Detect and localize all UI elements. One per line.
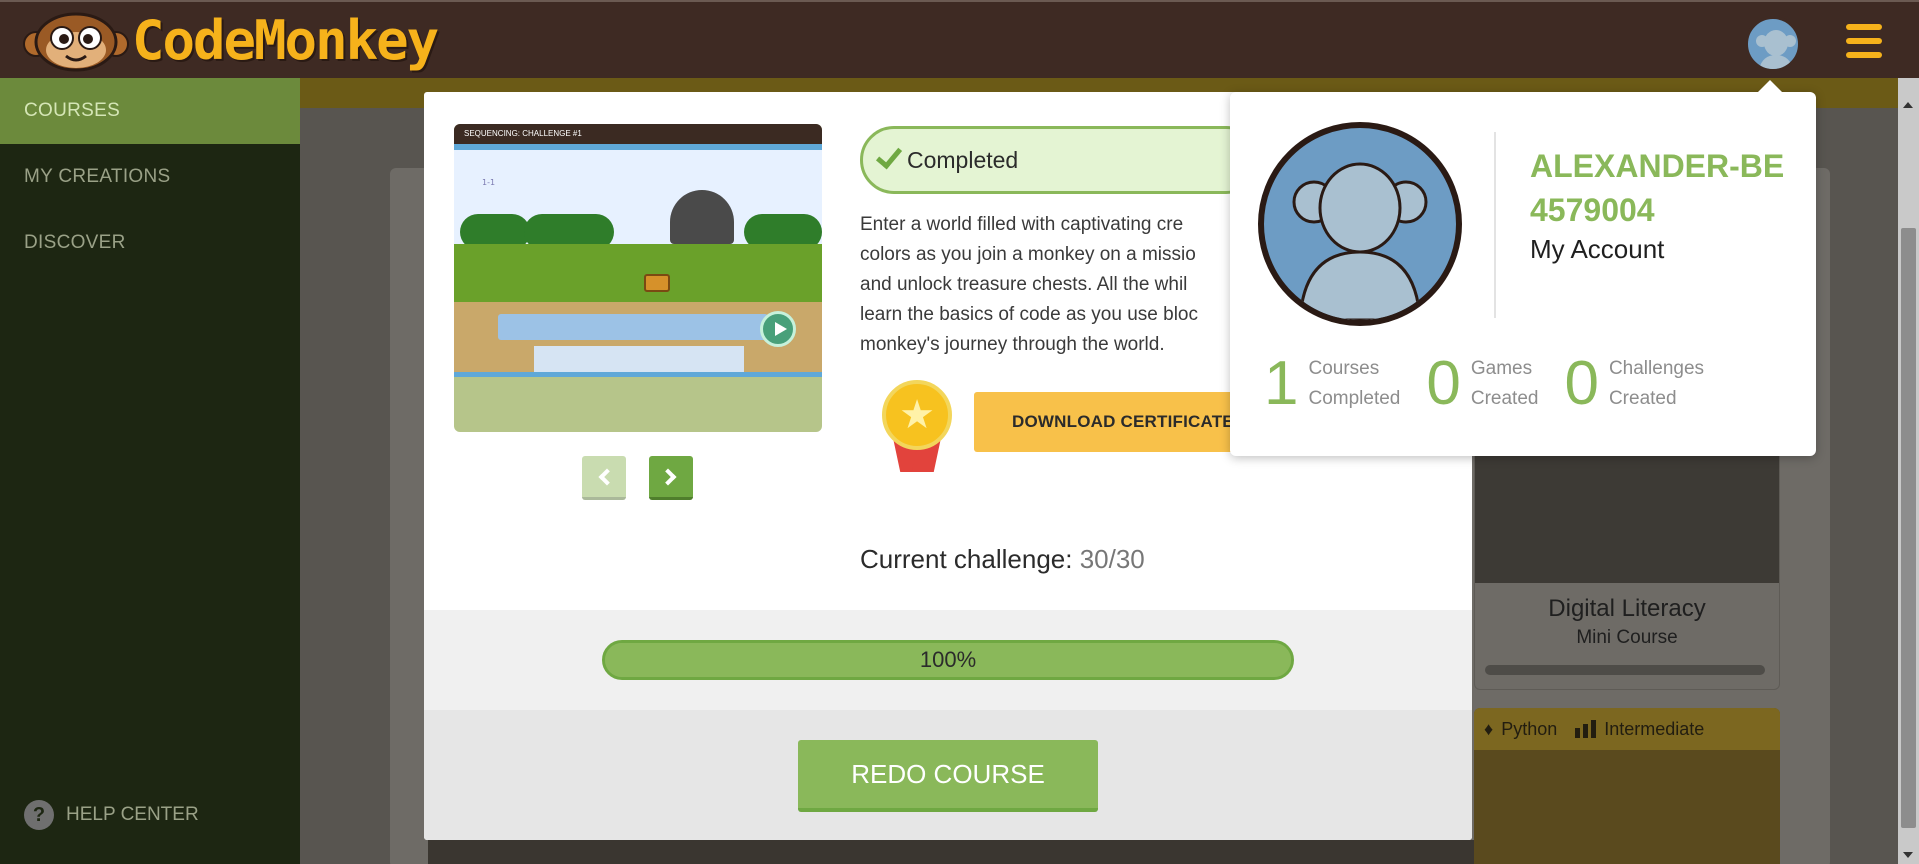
level-bars-icon — [1575, 720, 1597, 738]
course-card-progress — [1485, 665, 1765, 675]
sidebar-item-courses[interactable]: COURSES — [0, 78, 300, 144]
avatar-silhouette-large-icon — [1292, 162, 1428, 320]
star-icon: ★ — [882, 380, 952, 450]
popup-divider — [1494, 132, 1496, 318]
scroll-up-icon[interactable] — [1903, 102, 1913, 108]
preview-code-blocks — [498, 314, 768, 340]
user-avatar-icon[interactable] — [1745, 16, 1801, 72]
course-progress-bar: 100% — [602, 640, 1294, 680]
account-stats: 1 Courses Completed 0 Games Created 0 Chal… — [1264, 349, 1705, 418]
top-bar: CodeMonkey — [0, 0, 1919, 78]
scroll-down-icon[interactable] — [1903, 852, 1913, 858]
sidebar-item-discover[interactable]: DISCOVER — [0, 210, 300, 276]
completed-status-badge: Completed — [860, 126, 1260, 194]
username: ALEXANDER-BE4579004 — [1530, 148, 1785, 228]
course-preview-image: SEQUENCING: CHALLENGE #1 1-1 — [454, 124, 822, 432]
current-challenge-label: Current challenge: — [860, 544, 1073, 574]
play-icon — [760, 311, 796, 347]
treasure-chest-icon — [644, 274, 670, 292]
profile-avatar-icon[interactable] — [1258, 122, 1462, 326]
check-icon — [875, 141, 903, 170]
preview-header: SEQUENCING: CHALLENGE #1 — [454, 124, 822, 144]
background-course-card-python[interactable]: ♦ Python Intermediate — [1474, 708, 1780, 864]
codemonkey-logo[interactable]: CodeMonkey — [22, 9, 439, 72]
background-course-row — [428, 840, 1474, 864]
preview-code-blocks-2 — [534, 346, 744, 374]
scrollbar-thumb[interactable] — [1901, 228, 1916, 828]
course-card-subtitle: Mini Course — [1576, 627, 1678, 648]
my-account-link[interactable]: My Account — [1530, 234, 1664, 265]
medal-icon: ★ — [880, 380, 954, 474]
course-card-tags: ♦ Python Intermediate — [1474, 708, 1780, 750]
preview-ground — [454, 244, 822, 302]
avatar-silhouette-icon — [1756, 30, 1796, 69]
hamburger-menu-icon[interactable] — [1846, 24, 1882, 58]
monkey-logo-icon — [23, 12, 129, 72]
course-card-title: Digital Literacy — [1548, 595, 1706, 622]
course-description: Enter a world filled with captivating cr… — [860, 214, 1198, 355]
logo-text: CodeMonkey — [132, 9, 439, 72]
chevron-right-icon — [659, 468, 677, 485]
sidebar: COURSES MY CREATIONS DISCOVER ? HELP CEN… — [0, 78, 300, 864]
python-icon: ♦ — [1484, 718, 1494, 739]
next-slide-button[interactable] — [649, 456, 693, 500]
page-scrollbar[interactable] — [1898, 78, 1919, 864]
completed-label: Completed — [907, 146, 1019, 173]
course-card-illustration — [1475, 451, 1779, 583]
redo-course-button[interactable]: REDO COURSE — [798, 740, 1098, 812]
current-challenge: Current challenge: 30/30 — [860, 544, 1145, 575]
progress-label: 100% — [919, 647, 977, 672]
previous-slide-button[interactable] — [582, 456, 626, 500]
background-course-card[interactable]: Digital Literacy Mini Course — [1474, 450, 1780, 690]
question-icon: ? — [24, 800, 54, 830]
stat-challenges-created: 0 Challenges Created — [1564, 349, 1705, 418]
sidebar-item-my-creations[interactable]: MY CREATIONS — [0, 144, 300, 210]
level-tag: Intermediate — [1575, 719, 1704, 740]
stat-courses-completed: 1 Courses Completed — [1264, 349, 1401, 418]
help-center-link[interactable]: ? HELP CENTER — [24, 800, 199, 830]
download-certificate-button[interactable]: DOWNLOAD CERTIFICATE — [974, 392, 1264, 452]
current-challenge-value: 30/30 — [1079, 544, 1145, 574]
chevron-left-icon — [598, 468, 616, 485]
stat-games-created: 0 Games Created — [1426, 349, 1539, 418]
preview-level-label: 1-1 — [482, 178, 496, 187]
help-center-label: HELP CENTER — [66, 804, 199, 825]
account-popup: ALEXANDER-BE4579004 My Account 1 Courses… — [1230, 80, 1816, 456]
language-tag: ♦ Python — [1484, 718, 1558, 739]
